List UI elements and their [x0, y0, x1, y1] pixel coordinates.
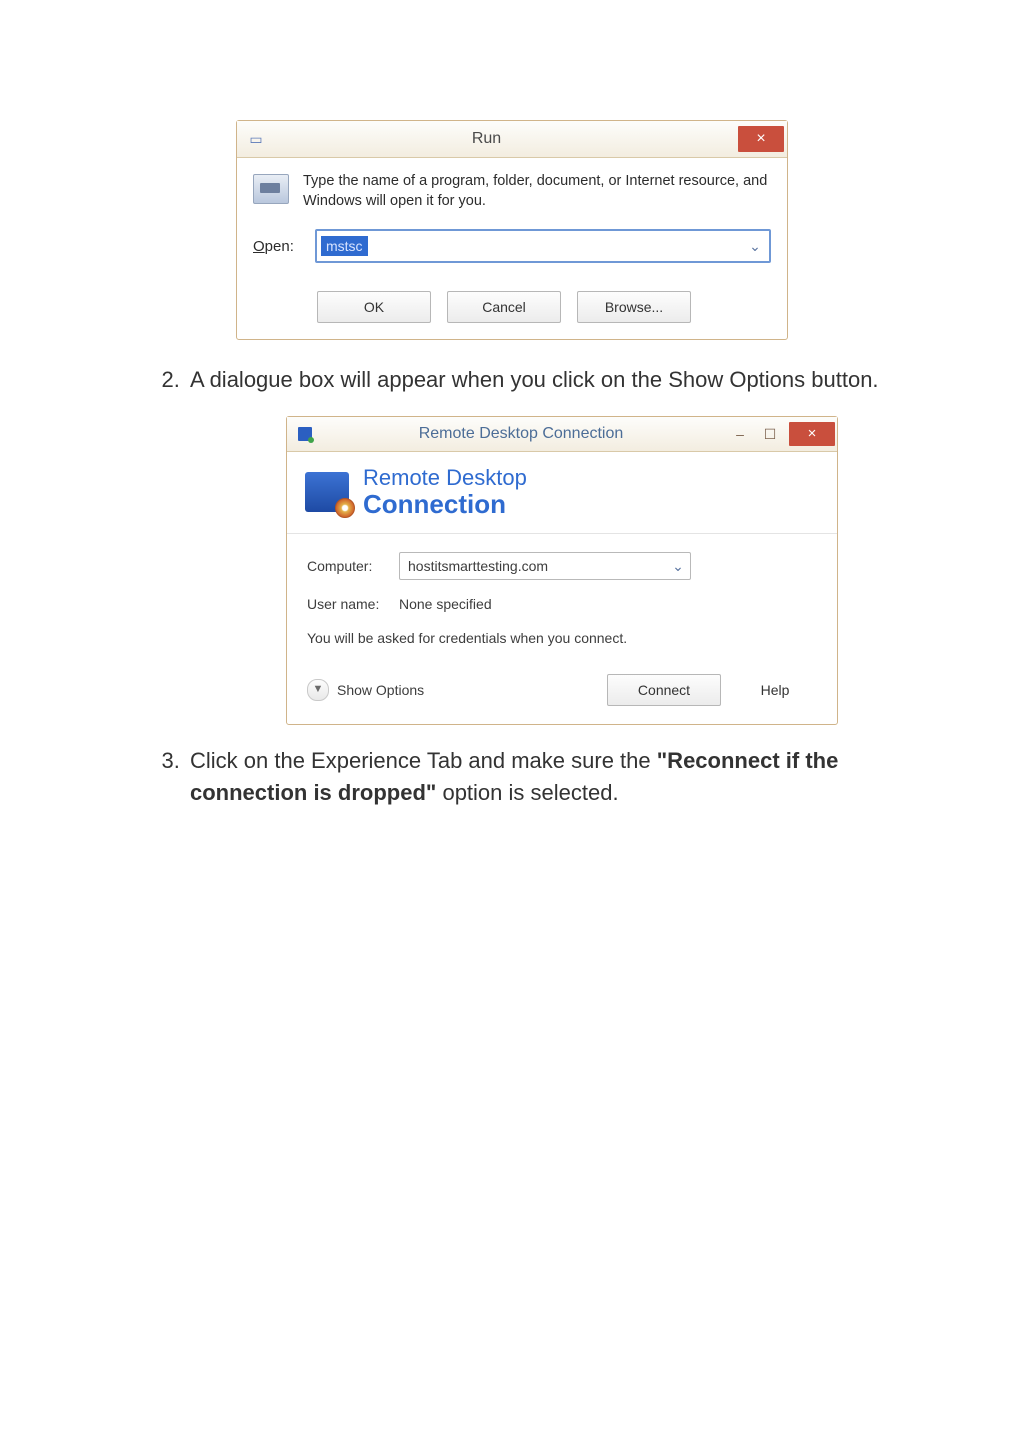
open-label: Open:: [253, 238, 301, 255]
username-value: None specified: [399, 594, 492, 614]
minimize-icon[interactable]: –: [729, 424, 751, 444]
run-app-icon: ▭: [237, 131, 275, 148]
step-3-suffix: option is selected.: [436, 780, 618, 805]
open-value: mstsc: [321, 236, 368, 256]
help-button[interactable]: Help: [733, 675, 817, 705]
run-program-icon: [253, 174, 289, 204]
browse-button[interactable]: Browse...: [577, 291, 691, 323]
step-2: A dialogue box will appear when you clic…: [186, 364, 934, 725]
open-input[interactable]: mstsc ⌄: [315, 229, 771, 263]
run-instruction-text: Type the name of a program, folder, docu…: [303, 172, 771, 211]
connect-button[interactable]: Connect: [607, 674, 721, 706]
step-2-text: A dialogue box will appear when you clic…: [190, 364, 934, 396]
username-label: User name:: [307, 594, 399, 614]
credentials-note: You will be asked for credentials when y…: [307, 628, 817, 648]
rdc-dialog: Remote Desktop Connection – ☐ × Remote D…: [286, 416, 838, 725]
run-titlebar: ▭ Run ×: [237, 121, 787, 158]
rdc-app-icon: [287, 427, 323, 441]
run-title-text: Run: [275, 130, 738, 148]
chevron-down-icon: ▼: [307, 679, 329, 701]
close-icon[interactable]: ×: [738, 126, 784, 152]
ok-button[interactable]: OK: [317, 291, 431, 323]
step-3: Click on the Experience Tab and make sur…: [186, 745, 934, 809]
chevron-down-icon[interactable]: ⌄: [741, 238, 769, 255]
computer-label: Computer:: [307, 556, 399, 576]
computer-value: hostitsmarttesting.com: [400, 556, 666, 576]
rdc-banner-line1: Remote Desktop: [363, 466, 527, 490]
chevron-down-icon[interactable]: ⌄: [666, 556, 690, 576]
maximize-icon[interactable]: ☐: [759, 424, 781, 444]
step-3-text: Click on the Experience Tab and make sur…: [190, 745, 934, 809]
close-icon[interactable]: ×: [789, 422, 835, 446]
rdc-title-text: Remote Desktop Connection: [323, 422, 729, 445]
rdc-titlebar: Remote Desktop Connection – ☐ ×: [287, 417, 837, 452]
cancel-button[interactable]: Cancel: [447, 291, 561, 323]
show-options-label: Show Options: [337, 680, 424, 700]
computer-input[interactable]: hostitsmarttesting.com ⌄: [399, 552, 691, 580]
rdc-banner-line2: Connection: [363, 490, 527, 519]
rdc-banner: Remote Desktop Connection: [287, 452, 837, 534]
step-3-prefix: Click on the Experience Tab and make sur…: [190, 748, 657, 773]
run-dialog: ▭ Run × Type the name of a program, fold…: [236, 120, 788, 340]
rdc-banner-icon: [305, 472, 349, 512]
show-options-button[interactable]: ▼ Show Options: [307, 679, 424, 701]
